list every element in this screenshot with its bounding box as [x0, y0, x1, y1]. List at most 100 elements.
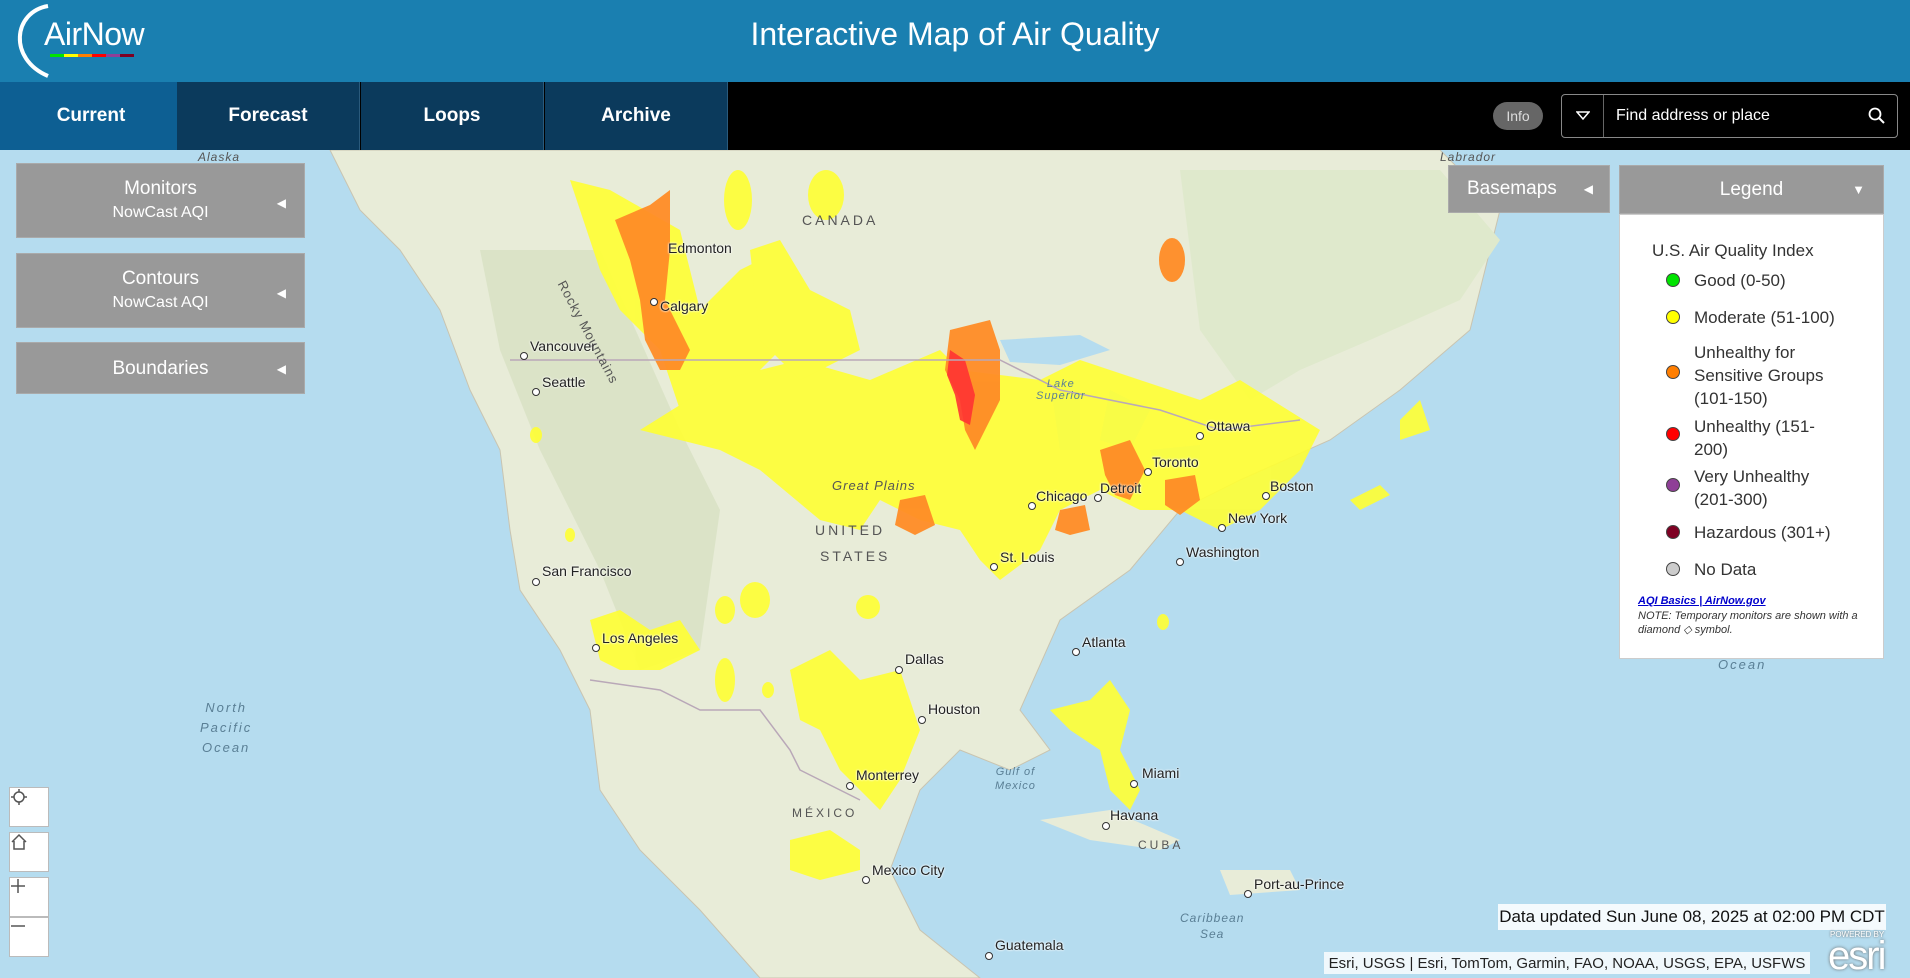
water-label-gulf-of-mexico: Gulf of Mexico [995, 765, 1036, 793]
no-data-legend-swatch [1666, 562, 1680, 576]
unhealthy-legend-swatch [1666, 427, 1680, 441]
city-marker[interactable] [520, 352, 528, 360]
caret-left-icon: ◀ [276, 196, 286, 210]
search-box [1561, 94, 1898, 138]
city-marker[interactable] [1072, 648, 1080, 656]
city-marker[interactable] [1218, 524, 1226, 532]
hazardous-legend-swatch [1666, 525, 1680, 539]
data-updated-timestamp: Data updated Sun June 08, 2025 at 02:00 … [1498, 904, 1886, 930]
city-label[interactable]: Havana [1110, 807, 1158, 823]
city-label[interactable]: Houston [928, 701, 980, 717]
city-label[interactable]: St. Louis [1000, 549, 1054, 565]
city-marker[interactable] [592, 644, 600, 652]
zoom-out-button[interactable] [9, 917, 49, 957]
city-label[interactable]: Port-au-Prince [1254, 876, 1344, 892]
city-marker[interactable] [990, 563, 998, 571]
info-button[interactable]: Info [1493, 102, 1543, 130]
app-header: AirNow Interactive Map of Air Quality [0, 0, 1910, 82]
city-label[interactable]: Miami [1142, 765, 1179, 781]
air-quality-map[interactable]: CANADA UNITED STATES MÉXICO CUBA Rocky M… [0, 150, 1910, 978]
tab-forecast[interactable]: Forecast [177, 82, 360, 150]
city-label[interactable]: Seattle [542, 374, 586, 390]
city-label[interactable]: Atlanta [1082, 634, 1126, 650]
city-marker[interactable] [862, 876, 870, 884]
zoom-in-button[interactable] [9, 877, 49, 917]
city-label[interactable]: Boston [1270, 478, 1314, 494]
city-label[interactable]: Vancouver [530, 338, 596, 354]
city-marker[interactable] [1102, 822, 1110, 830]
city-label[interactable]: Ottawa [1206, 418, 1250, 434]
legend-note: NOTE: Temporary monitors are shown with … [1638, 610, 1858, 636]
search-source-dropdown[interactable] [1562, 95, 1604, 137]
tab-loops[interactable]: Loops [361, 82, 544, 150]
city-marker[interactable] [1244, 890, 1252, 898]
home-icon [11, 833, 27, 850]
city-label[interactable]: Detroit [1100, 480, 1141, 496]
city-marker[interactable] [1144, 468, 1152, 476]
search-icon[interactable] [1867, 106, 1887, 126]
city-marker[interactable] [846, 782, 854, 790]
city-marker[interactable] [532, 578, 540, 586]
city-label[interactable]: Guatemala [995, 937, 1063, 953]
legend-toggle[interactable]: Legend ▼ [1619, 165, 1884, 214]
water-label-line: Mexico [995, 780, 1036, 792]
monitors-subtitle: NowCast AQI [112, 204, 209, 221]
boundaries-title: Boundaries [112, 358, 209, 379]
city-label[interactable]: Los Angeles [602, 630, 678, 646]
caret-left-icon: ◀ [276, 362, 286, 376]
city-label[interactable]: Monterrey [856, 767, 919, 783]
water-label-line: Pacific [200, 720, 253, 735]
moderate-legend-swatch [1666, 310, 1680, 324]
region-label-alaska: Alaska [198, 150, 241, 164]
legend-item-good: Good (0-50) [1694, 271, 1786, 290]
city-label[interactable]: Edmonton [668, 240, 732, 256]
home-button[interactable] [9, 832, 49, 872]
legend-item-moderate: Moderate (51-100) [1694, 308, 1835, 327]
basemaps-title: Basemaps [1467, 178, 1557, 199]
boundaries-panel-toggle[interactable]: Boundaries ◀ [16, 342, 305, 394]
city-marker[interactable] [985, 952, 993, 960]
region-label-mexico: MÉXICO [792, 806, 858, 820]
city-marker[interactable] [1196, 432, 1204, 440]
esri-wordmark: esri [1828, 934, 1886, 978]
aqi-basics-link[interactable]: AQI Basics | AirNow.gov [1638, 595, 1766, 607]
locate-button[interactable] [9, 787, 49, 827]
city-label[interactable]: San Francisco [542, 563, 631, 579]
tab-archive[interactable]: Archive [545, 82, 728, 150]
city-label[interactable]: Dallas [905, 651, 944, 667]
city-marker[interactable] [1130, 780, 1138, 788]
city-marker[interactable] [1176, 558, 1184, 566]
city-label[interactable]: Chicago [1036, 488, 1087, 504]
region-label-states: STATES [820, 548, 891, 564]
water-label-caribbean-sea: Caribbean Sea [1180, 910, 1244, 942]
city-label[interactable]: Toronto [1152, 454, 1199, 470]
city-label[interactable]: New York [1228, 510, 1287, 526]
city-marker[interactable] [1028, 502, 1036, 510]
tab-current[interactable]: Current [0, 82, 183, 150]
city-label[interactable]: Calgary [660, 298, 708, 314]
monitors-panel-toggle[interactable]: Monitors NowCast AQI ◀ [16, 163, 305, 238]
search-input[interactable] [1606, 95, 1856, 137]
water-label-line: Lake [1046, 378, 1075, 390]
city-label[interactable]: Washington [1186, 544, 1259, 560]
water-label-line: Superior [1036, 390, 1086, 402]
monitors-title: Monitors [124, 178, 197, 199]
basemaps-toggle[interactable]: Basemaps ◀ [1448, 165, 1610, 213]
esri-logo[interactable]: POWERED BY esri [1826, 928, 1906, 978]
city-marker[interactable] [532, 388, 540, 396]
region-label-great-plains: Great Plains [832, 478, 916, 493]
plus-icon [11, 879, 25, 893]
legend-header: Legend [1719, 178, 1784, 200]
water-label-line: Caribbean [1180, 911, 1245, 925]
city-marker[interactable] [918, 716, 926, 724]
water-label-line: North [205, 700, 248, 715]
caret-left-icon: ◀ [1583, 182, 1593, 196]
city-marker[interactable] [650, 298, 658, 306]
water-label-lake-superior: Lake Superior [1036, 378, 1086, 402]
city-label[interactable]: Mexico City [872, 862, 944, 878]
water-label-line: Sea [1200, 927, 1225, 941]
contours-panel-toggle[interactable]: Contours NowCast AQI ◀ [16, 253, 305, 328]
city-marker[interactable] [1262, 492, 1270, 500]
legend-item-no-data: No Data [1694, 560, 1757, 579]
city-marker[interactable] [895, 666, 903, 674]
